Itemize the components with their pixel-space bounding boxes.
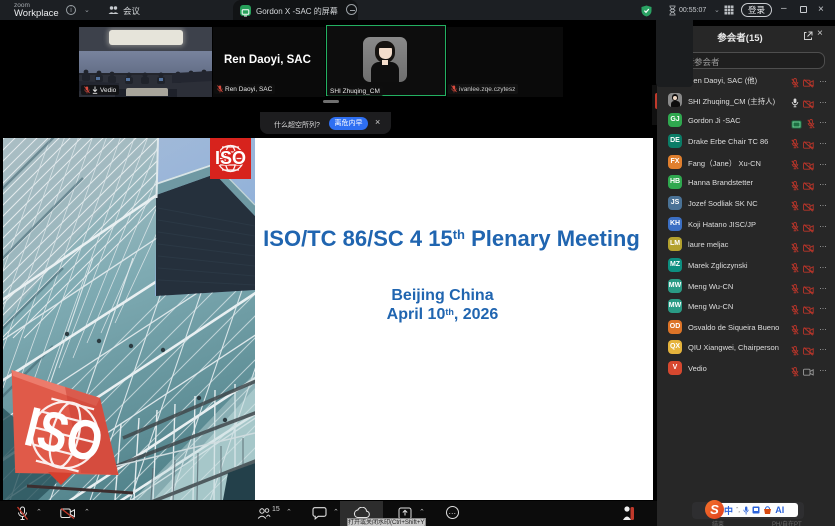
svg-text:ISO: ISO [215, 148, 246, 168]
